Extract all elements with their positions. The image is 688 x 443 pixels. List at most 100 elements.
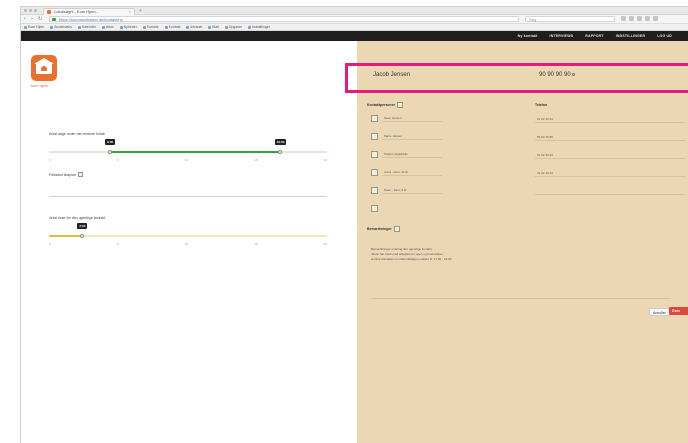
slider-hours-bubble: 2:00 <box>77 223 88 229</box>
phone-field[interactable]: 21 22 23 24 <box>535 115 685 123</box>
menu-icon[interactable] <box>653 16 658 21</box>
tick-label: 5 <box>116 158 119 162</box>
bookmark-item[interactable]: Kom Hjem <box>24 25 44 29</box>
flexible-schedule-row[interactable]: Fleksibel tidsplan <box>49 172 83 177</box>
contact-row[interactable]: Navn Jensen <box>371 114 442 122</box>
logo-text: kom hjem <box>31 83 49 88</box>
browser-window: Lokalsøgni - Kom Hjem... × + ‹ › ↻ https… <box>20 6 688 443</box>
flexible-schedule-label: Fleksibel tidsplan <box>49 172 76 177</box>
nav-interviews[interactable]: INTERVIEWS <box>550 33 574 39</box>
slider-days-max-handle[interactable] <box>277 150 282 154</box>
bookmark-item[interactable]: Arkiv <box>101 25 114 29</box>
row-checkbox[interactable] <box>371 114 378 122</box>
phone-section-title: Telefon <box>535 103 548 107</box>
bookmark-icon <box>119 25 123 29</box>
browser-tab[interactable]: Lokalsøgni - Kom Hjem... × <box>43 8 135 15</box>
contacts-section-title: Kontaktpersoner <box>367 102 404 108</box>
window-controls[interactable] <box>24 9 37 12</box>
close-window-icon[interactable] <box>24 9 27 12</box>
bookmark-item[interactable]: Nyheder <box>119 25 137 29</box>
remarks-checkbox[interactable] <box>393 226 400 232</box>
row-checkbox[interactable] <box>371 204 378 212</box>
bookmark-item[interactable]: Indstillinger <box>248 25 270 29</box>
bookmarks-bar: Kom Hjem Bookmarks Kalender Arkiv Nyhede… <box>21 24 688 31</box>
bookmark-item[interactable]: Bookmarks <box>50 25 72 29</box>
phone-field[interactable] <box>535 187 685 195</box>
bookmark-star-icon[interactable] <box>621 16 626 21</box>
url-field[interactable]: https://kommunikation.dk/kontakt/ny <box>49 16 519 22</box>
nav-report[interactable]: RAPPORT <box>585 33 604 39</box>
forward-icon[interactable]: › <box>31 16 33 22</box>
bookmark-item[interactable]: Intranet <box>186 25 202 29</box>
row-checkbox[interactable] <box>371 186 378 194</box>
reload-icon[interactable]: ↻ <box>38 16 42 22</box>
contact-row[interactable]: Anna - barn, 11 år <box>371 168 442 176</box>
home-icon[interactable] <box>645 16 650 21</box>
row-checkbox[interactable] <box>371 132 378 140</box>
tick-label: 15 <box>254 242 258 246</box>
nav-logout[interactable]: LOG UD <box>657 33 672 39</box>
contact-row[interactable]: Peter - barn, 6 år <box>371 186 442 194</box>
bookmark-item[interactable]: Forside <box>142 25 159 29</box>
bookmark-item[interactable]: Kalender <box>77 25 96 29</box>
slider-hours-ticks: 0 5 10 15 20 <box>49 242 327 246</box>
slider-hours-track[interactable] <box>49 235 327 237</box>
maximize-window-icon[interactable] <box>34 9 37 12</box>
remarks-underline <box>371 298 671 299</box>
contact-row[interactable]: Telefon ægtefælle <box>371 150 442 158</box>
bookmark-item[interactable]: Opgaver <box>224 25 242 29</box>
back-icon[interactable]: ‹ <box>24 16 26 22</box>
bookmark-item[interactable]: Mail <box>208 25 219 29</box>
web-page: Ny kontakt INTERVIEWS RAPPORT INDSTILLIN… <box>21 31 688 443</box>
contact-name-field[interactable]: Marie Jensen <box>382 132 442 140</box>
slider-days-track[interactable] <box>49 151 327 153</box>
minimize-window-icon[interactable] <box>29 9 32 12</box>
contact-name-field[interactable]: Telefon ægtefælle <box>382 150 442 158</box>
remarks-line: at blive kontaktet om eftermiddagen mell… <box>371 257 452 261</box>
reading-list-icon[interactable] <box>629 16 634 21</box>
phone-field[interactable]: 41 42 43 44 <box>535 169 685 177</box>
contact-name-field[interactable]: Anna - barn, 11 år <box>382 168 442 176</box>
slider-hours-handle[interactable] <box>80 234 85 238</box>
flexible-schedule-checkbox[interactable] <box>77 172 83 177</box>
heart-icon <box>41 66 47 71</box>
contacts-section-checkbox[interactable] <box>397 102 404 108</box>
bookmark-item[interactable]: Kontakt <box>164 25 180 29</box>
tick-label: 15 <box>254 158 258 162</box>
new-tab-button[interactable]: + <box>139 8 142 14</box>
browser-search-input[interactable]: Søg <box>525 16 615 22</box>
contact-row[interactable] <box>371 204 442 212</box>
url-text: https://kommunikation.dk/kontakt/ny <box>59 17 123 22</box>
remarks-textarea[interactable]: Bemærkninger omkring den ugentlige konta… <box>371 247 631 262</box>
slider-hours-fill <box>49 235 83 237</box>
tick-label: 20 <box>323 242 327 246</box>
contact-row[interactable]: Marie Jensen <box>371 132 442 140</box>
row-checkbox[interactable] <box>371 168 378 176</box>
address-toolbar: ‹ › ↻ https://kommunikation.dk/kontakt/n… <box>21 15 688 24</box>
highlight-box <box>345 63 688 93</box>
tick-label: 10 <box>184 242 188 246</box>
tick-label: 20 <box>323 158 327 162</box>
row-checkbox[interactable] <box>371 150 378 158</box>
app-logo[interactable] <box>31 55 57 81</box>
tick-label: 5 <box>116 242 119 246</box>
bookmark-icon <box>186 25 190 29</box>
divider <box>49 196 327 197</box>
phone-field[interactable]: 31 32 33 34 <box>535 151 685 159</box>
bookmark-icon <box>50 25 54 29</box>
contact-form-panel: Jacob Jensen 90 90 90 90 Kontaktpersoner… <box>357 41 688 443</box>
tick-label: 0 <box>49 158 51 162</box>
nav-new-contact[interactable]: Ny kontakt <box>518 33 538 39</box>
cancel-button[interactable]: Annuller <box>649 308 670 316</box>
bookmark-icon <box>24 25 27 29</box>
contact-name-field[interactable]: Navn Jensen <box>382 114 442 122</box>
slider-days-min-handle[interactable] <box>108 150 113 154</box>
bookmark-icon <box>248 25 252 29</box>
download-icon[interactable] <box>637 16 642 21</box>
phone-field[interactable]: 50 60 70 80 <box>535 133 685 141</box>
save-button[interactable]: Gem <box>669 307 688 315</box>
top-navigation: Ny kontakt INTERVIEWS RAPPORT INDSTILLIN… <box>21 31 688 41</box>
contact-name-field[interactable]: Peter - barn, 6 år <box>382 186 442 194</box>
nav-settings[interactable]: INDSTILLINGER <box>616 33 645 39</box>
contact-name-field[interactable] <box>382 204 442 212</box>
